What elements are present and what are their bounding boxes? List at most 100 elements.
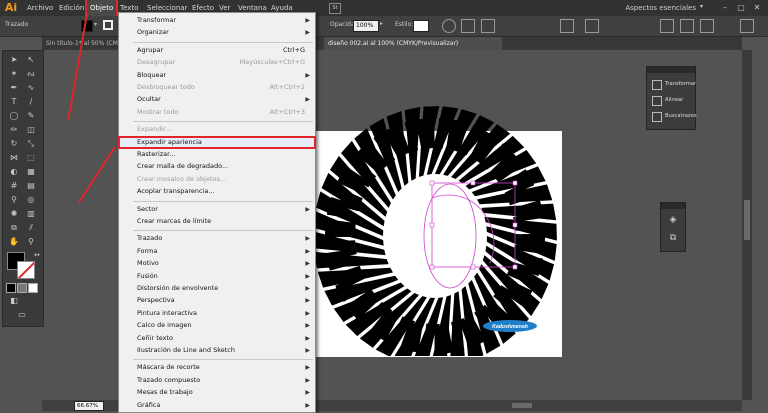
maximize-icon[interactable]: ▢ — [736, 3, 746, 13]
menu-item-rasterizar[interactable]: Rasterizar... — [119, 149, 315, 160]
menu-item-crear-marcas-de-limite[interactable]: Crear marcas de límite — [119, 216, 315, 227]
chevron-down-icon[interactable]: ▾ — [700, 3, 703, 10]
menu-item-desbloquear-todo[interactable]: Desbloquear todo Alt+Ctrl+2 — [119, 82, 315, 93]
menu-item-ocultar[interactable]: Ocultar ▶ — [119, 94, 315, 105]
transform-icon[interactable] — [481, 19, 495, 33]
panel-item-transform[interactable]: Transformar — [650, 77, 696, 92]
menu-item-mostrar-todo[interactable]: Mostrar todo Alt+Ctrl+3 — [119, 107, 315, 118]
selection-tool-icon[interactable]: ➤ — [7, 54, 21, 66]
menu-item-organizar[interactable]: Organizar ▶ — [119, 27, 315, 38]
menu-item-forma[interactable]: Forma ▶ — [119, 246, 315, 257]
stroke-swatch[interactable] — [103, 20, 113, 30]
distribute-icon[interactable] — [585, 19, 599, 33]
menu-archivo[interactable]: Archivo — [24, 0, 56, 16]
menu-item-cenir-texto[interactable]: Ceñir texto ▶ — [119, 333, 315, 344]
none-mode-icon[interactable] — [28, 283, 38, 293]
isolate-icon[interactable] — [560, 19, 574, 33]
artwork-canvas[interactable]: Kadoshmenah — [305, 88, 560, 356]
paintbrush-tool-icon[interactable]: ✎ — [24, 110, 38, 122]
menu-item-transformar[interactable]: Transformar ▶ — [119, 15, 315, 26]
vertical-scrollbar[interactable] — [742, 50, 752, 400]
bridge-icon[interactable]: St — [329, 3, 341, 14]
menu-item-motivo[interactable]: Motivo ▶ — [119, 258, 315, 269]
close-icon[interactable]: ✕ — [752, 3, 762, 13]
menu-item-mascara-de-recorte[interactable]: Máscara de recorte ▶ — [119, 362, 315, 373]
zoom-input[interactable]: 66.67% — [74, 401, 104, 411]
menu-item-trazado[interactable]: Trazado ▶ — [119, 233, 315, 244]
tab-diseno-002[interactable]: diseño 002.ai al 100% (CMYK/Previsualiza… — [324, 37, 502, 50]
scale-tool-icon[interactable]: ⤡ — [24, 138, 38, 150]
artboard-tool-icon[interactable]: ⧉ — [7, 222, 21, 234]
panel-header[interactable] — [661, 203, 685, 209]
panel-item-align[interactable]: Alinear — [650, 93, 694, 108]
artboards-icon[interactable]: ⧉ — [667, 233, 679, 243]
column-graph-icon[interactable]: ▥ — [24, 208, 38, 220]
horizontal-scrollbar-thumb[interactable] — [512, 403, 532, 408]
gradient-tool-icon[interactable]: ▤ — [24, 180, 38, 192]
panel-menu-icon[interactable] — [740, 19, 754, 33]
mesh-tool-icon[interactable]: # — [7, 180, 21, 192]
menu-item-pintura-interactiva[interactable]: Pintura interactiva ▶ — [119, 308, 315, 319]
magic-wand-icon[interactable]: ✶ — [7, 68, 21, 80]
align-left-icon[interactable] — [660, 19, 674, 33]
panel-header[interactable] — [647, 67, 695, 73]
menu-item-mesas-de-trabajo[interactable]: Mesas de trabajo ▶ — [119, 387, 315, 398]
menu-item-sector[interactable]: Sector ▶ — [119, 204, 315, 215]
menu-item-expandir[interactable]: Expandir... — [119, 124, 315, 135]
scrollbar-thumb[interactable] — [744, 200, 750, 240]
menu-item-desagrupar[interactable]: Desagrupar Mayúsculas+Ctrl+G — [119, 57, 315, 68]
menu-item-acoplar-transparencia[interactable]: Acoplar transparencia... — [119, 186, 315, 197]
width-tool-icon[interactable]: ⋈ — [7, 152, 21, 164]
pen-tool-icon[interactable]: ✒ — [7, 82, 21, 94]
swap-colors-icon[interactable]: ↔ — [34, 251, 40, 259]
gradient-mode-icon[interactable] — [17, 283, 27, 293]
menu-item-bloquear[interactable]: Bloquear ▶ — [119, 70, 315, 81]
zoom-tool-icon[interactable]: ⚲ — [24, 236, 38, 248]
shape-builder-icon[interactable]: ◐ — [7, 166, 21, 178]
style-swatch[interactable] — [413, 20, 429, 32]
menu-item-expandir-apariencia[interactable]: Expandir apariencia — [118, 135, 316, 149]
menu-item-agrupar[interactable]: Agrupar Ctrl+G — [119, 45, 315, 56]
menu-item-fusion[interactable]: Fusión ▶ — [119, 271, 315, 282]
stroke-color-swatch[interactable] — [17, 261, 35, 279]
direct-selection-tool-icon[interactable]: ↖ — [24, 54, 38, 66]
screen-mode-icon[interactable]: ▭ — [15, 309, 29, 321]
blend-tool-icon[interactable]: ◎ — [24, 194, 38, 206]
minimize-icon[interactable]: – — [720, 3, 730, 13]
menu-item-ilustracion-de-line-and-sketch[interactable]: Ilustración de Line and Sketch ▶ — [119, 345, 315, 356]
color-mode-icon[interactable] — [6, 283, 16, 293]
menu-item-calco-de-imagen[interactable]: Calco de imagen ▶ — [119, 320, 315, 331]
align-right-icon[interactable] — [700, 19, 714, 33]
ellipse-tool-icon[interactable]: ◯ — [7, 110, 21, 122]
symbol-sprayer-icon[interactable]: ✺ — [7, 208, 21, 220]
menu-item-distorsion-de-envolvente[interactable]: Distorsión de envolvente ▶ — [119, 283, 315, 294]
menu-objeto[interactable]: Objeto — [84, 0, 119, 18]
curvature-tool-icon[interactable]: ∿ — [24, 82, 38, 94]
align-center-icon[interactable] — [680, 19, 694, 33]
menu-item-grafica[interactable]: Gráfica ▶ — [119, 400, 315, 411]
rotate-tool-icon[interactable]: ↻ — [7, 138, 21, 150]
pencil-tool-icon[interactable]: ✏ — [7, 124, 21, 136]
menu-item-perspectiva[interactable]: Perspectiva ▶ — [119, 295, 315, 306]
opacity-input[interactable]: 100% — [353, 20, 379, 32]
layers-icon[interactable]: ◈ — [667, 215, 679, 225]
chevron-right-icon[interactable]: ▸ — [380, 20, 383, 27]
menu-item-trazado-compuesto[interactable]: Trazado compuesto ▶ — [119, 375, 315, 386]
panel-item-pathfinder[interactable]: Buscatrazos — [650, 109, 697, 124]
slice-tool-icon[interactable]: ⫽ — [24, 222, 38, 234]
align-icon[interactable] — [461, 19, 475, 33]
line-tool-icon[interactable]: / — [24, 96, 38, 108]
perspective-grid-icon[interactable]: ▦ — [24, 166, 38, 178]
eyedropper-icon[interactable]: ⚲ — [7, 194, 21, 206]
workspace-switcher[interactable]: Aspectos esenciales — [625, 0, 696, 16]
menu-item-crear-malla-de-degradado[interactable]: Crear malla de degradado... — [119, 161, 315, 172]
type-tool-icon[interactable]: T — [7, 96, 21, 108]
lasso-tool-icon[interactable]: ᔓ — [24, 68, 38, 80]
recolor-icon[interactable] — [442, 19, 456, 33]
menu-item-crear-mosaico-de-objetos[interactable]: Crear mosaico de objetos... — [119, 174, 315, 185]
eraser-tool-icon[interactable]: ◫ — [24, 124, 38, 136]
menu-edicion[interactable]: Edición — [56, 0, 87, 16]
chevron-down-icon[interactable]: ▾ — [94, 21, 97, 28]
hand-tool-icon[interactable]: ✋ — [7, 236, 21, 248]
free-transform-icon[interactable]: ⬚ — [24, 152, 38, 164]
